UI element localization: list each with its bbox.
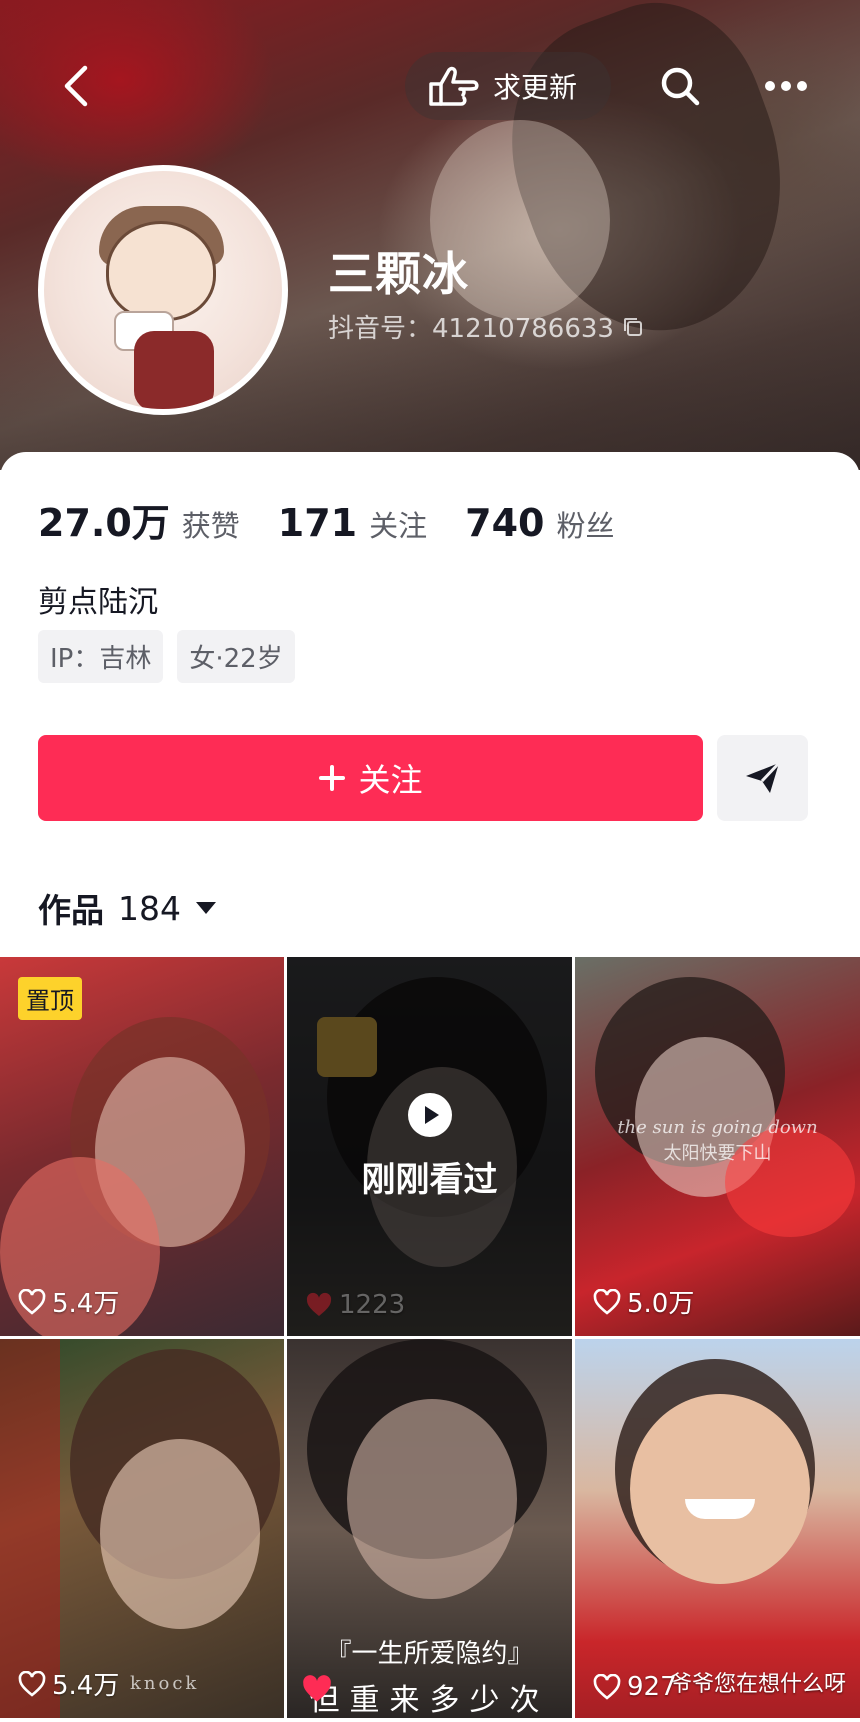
recently-watched-label: 刚刚看过 (361, 1160, 498, 1200)
video-tile[interactable]: the sun is going down 太阳快要下山 5.0万 (575, 957, 860, 1336)
request-update-label: 求更新 (493, 71, 578, 104)
search-icon (661, 67, 700, 106)
douyin-id[interactable]: 抖音号：41210786633 (328, 308, 644, 345)
heart-outline-icon (18, 1288, 46, 1315)
pinned-badge: 置顶 (18, 977, 82, 1020)
heart-outline-icon (593, 1288, 621, 1315)
message-button[interactable] (717, 735, 808, 821)
search-button[interactable] (652, 58, 708, 114)
like-count-text: 927 (627, 1672, 677, 1702)
back-button[interactable] (50, 60, 102, 112)
pointing-hand-icon (429, 66, 479, 106)
top-bar: 求更新 (0, 40, 860, 136)
stat-followers[interactable]: 740 粉丝 (465, 501, 614, 545)
video-grid: 置顶 5.4万 刚刚看过 1223 the sun is going down … (0, 957, 860, 1718)
stat-following[interactable]: 171 关注 (278, 501, 427, 545)
send-icon (745, 761, 780, 793)
heart-filled-icon (303, 1675, 331, 1702)
like-count: 5.4万 (18, 1283, 119, 1320)
like-count-text: 1223 (339, 1290, 406, 1320)
like-count: 5.0万 (593, 1283, 694, 1320)
like-count-text: 5.0万 (627, 1289, 695, 1319)
copy-icon (623, 317, 642, 336)
video-tile[interactable]: 爷爷您在想什么呀 927 (575, 1339, 860, 1718)
stats-row: 27.0万 获赞 171 关注 740 粉丝 (38, 492, 652, 547)
plus-icon (319, 765, 346, 791)
profile-banner: 求更新 三颗冰 抖音号：41210786633 (0, 0, 860, 470)
username: 三颗冰 (328, 247, 469, 301)
gender-age-tag: 女·22岁 (177, 630, 295, 683)
like-count-text: 5.4万 (52, 1289, 120, 1319)
works-tab[interactable]: 作品 184 (38, 884, 217, 932)
profile-tags: IP：吉林 女·22岁 (38, 630, 295, 683)
ip-location-tag: IP：吉林 (38, 630, 164, 683)
play-icon (407, 1093, 452, 1137)
video-tile[interactable]: 『一生所爱隐约』 但重来多少次 (287, 1339, 572, 1718)
stat-likes-label: 获赞 (181, 509, 240, 543)
heart-filled-icon (306, 1292, 332, 1316)
more-dots-icon (765, 81, 807, 91)
caption-bottom: 太阳快要下山 (663, 1143, 772, 1164)
like-count (301, 1674, 333, 1704)
stat-following-value: 171 (277, 501, 358, 545)
recently-watched-overlay: 刚刚看过 (287, 957, 572, 1336)
video-tile[interactable]: 置顶 5.4万 (0, 957, 284, 1336)
stat-following-label: 关注 (369, 509, 428, 543)
works-label: 作品 (38, 891, 104, 930)
stat-followers-label: 粉丝 (556, 509, 615, 543)
follow-button[interactable]: 关注 (38, 735, 703, 821)
avatar[interactable] (38, 165, 288, 415)
follow-label: 关注 (358, 761, 423, 799)
stat-likes-value: 27.0万 (38, 501, 170, 545)
douyin-id-text: 抖音号：41210786633 (328, 314, 614, 344)
chevron-left-icon (64, 65, 88, 107)
like-count: 927 (593, 1672, 677, 1702)
like-count: 1223 (305, 1290, 405, 1320)
request-update-button[interactable]: 求更新 (405, 52, 612, 120)
subtitle-line-1: 『一生所爱隐约』 (325, 1639, 534, 1669)
caption-knock: knock (130, 1673, 200, 1694)
heart-outline-icon (593, 1674, 621, 1700)
heart-outline-icon (18, 1670, 46, 1697)
like-count-text: 5.4万 (52, 1671, 120, 1701)
more-button[interactable] (758, 58, 814, 114)
works-count: 184 (118, 888, 181, 928)
bio: 剪点陆沉 (38, 585, 158, 620)
video-caption: 爷爷您在想什么呀 (669, 1672, 846, 1697)
like-count: 5.4万 (18, 1665, 119, 1702)
stat-likes[interactable]: 27.0万 获赞 (38, 492, 240, 547)
video-tile[interactable]: knock 5.4万 (0, 1339, 284, 1718)
stat-followers-value: 740 (465, 501, 545, 545)
caption-top: the sun is going down (617, 1117, 818, 1138)
caret-down-icon (196, 902, 216, 914)
video-tile[interactable]: 刚刚看过 1223 (287, 957, 572, 1336)
